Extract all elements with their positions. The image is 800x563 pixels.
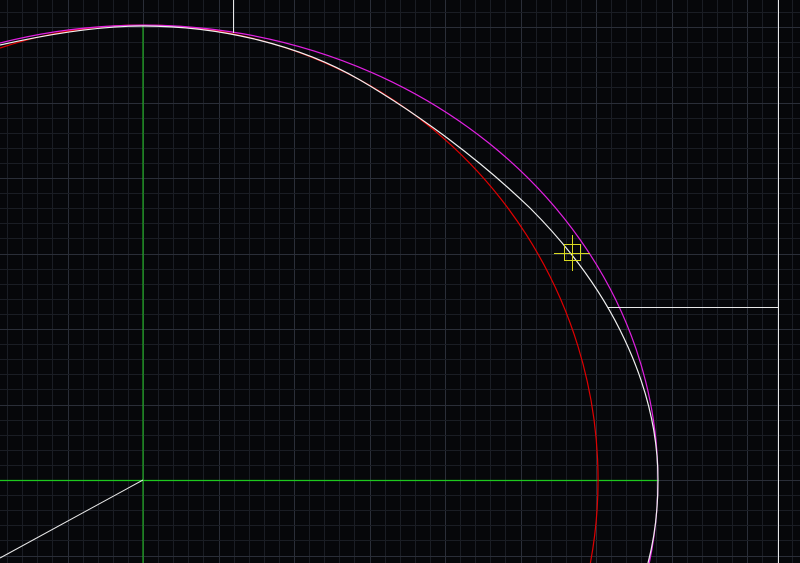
grid bbox=[0, 0, 800, 563]
radius-line[interactable] bbox=[0, 479, 144, 559]
red-circle[interactable] bbox=[0, 24, 599, 563]
cad-drawing-viewport[interactable] bbox=[0, 0, 800, 563]
drawing-canvas[interactable] bbox=[0, 0, 800, 563]
